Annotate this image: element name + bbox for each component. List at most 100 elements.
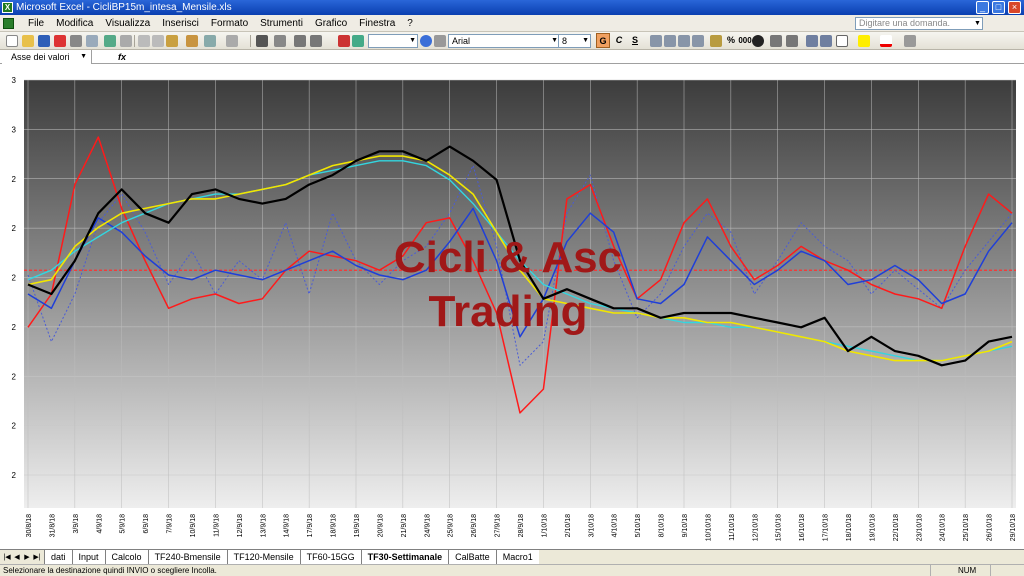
- decrease-indent-icon[interactable]: [806, 35, 818, 47]
- align-left-icon[interactable]: [650, 35, 662, 47]
- x-tick-label: 13/9/18: [260, 514, 267, 537]
- sheet-tab[interactable]: Input: [71, 550, 105, 565]
- x-tick-label: 25/10/18: [963, 514, 970, 541]
- x-tick-label: 3/9/18: [73, 514, 80, 534]
- close-button[interactable]: ×: [1008, 1, 1021, 14]
- x-tick-label: 4/10/18: [612, 514, 619, 537]
- x-tick-label: 7/9/18: [167, 514, 174, 534]
- menu-item-1[interactable]: Modifica: [50, 15, 99, 32]
- cycles-chart[interactable]: Cicli & Asc Trading 3 3 2 2 2 2 2 2 2 30/8/18 31/…: [0, 64, 1024, 549]
- sheet-tab[interactable]: TF30-Settimanale: [360, 550, 449, 565]
- print-preview-icon[interactable]: [86, 35, 98, 47]
- excel-app-icon[interactable]: X: [2, 2, 13, 13]
- sheet-tab[interactable]: TF240-Bmensile: [147, 550, 227, 565]
- toolbar-options-icon[interactable]: [434, 35, 446, 47]
- sheet-tabs: dati Input Calcolo TF240-Bmensile TF120-Mens…: [44, 550, 539, 565]
- undo-icon[interactable]: [204, 35, 216, 47]
- x-tick-label: 5/9/18: [120, 514, 127, 534]
- font-color-icon[interactable]: [880, 35, 892, 47]
- maximize-button[interactable]: □: [992, 1, 1005, 14]
- align-center-icon[interactable]: [664, 35, 676, 47]
- spelling-icon[interactable]: [104, 35, 116, 47]
- hyperlink-icon[interactable]: [256, 35, 268, 47]
- menu-item-6[interactable]: Grafico: [309, 15, 353, 32]
- font-size-select[interactable]: 8 ▼: [558, 34, 591, 48]
- sheet-tab[interactable]: TF60-15GG: [299, 550, 361, 565]
- euro-icon[interactable]: [752, 35, 764, 47]
- align-right-icon[interactable]: [678, 35, 690, 47]
- underline-button[interactable]: S: [628, 33, 642, 48]
- next-sheet-icon[interactable]: ▶: [22, 550, 32, 565]
- y-tick-label: 2: [12, 274, 17, 283]
- paste-icon[interactable]: [166, 35, 178, 47]
- status-message: Selezionare la destinazione quindi INVIO…: [3, 566, 217, 575]
- fx-icon[interactable]: fx: [118, 50, 126, 64]
- increase-decimal-icon[interactable]: [770, 35, 782, 47]
- prev-sheet-icon[interactable]: ◀: [12, 550, 22, 565]
- minimize-button[interactable]: _: [976, 1, 989, 14]
- print-icon[interactable]: [70, 35, 82, 47]
- redo-icon[interactable]: [226, 35, 238, 47]
- zoom-select[interactable]: ▼: [368, 34, 418, 48]
- increase-indent-icon[interactable]: [820, 35, 832, 47]
- x-tick-label: 20/9/18: [377, 514, 384, 537]
- menu-item-3[interactable]: Inserisci: [156, 15, 205, 32]
- menu-item-7[interactable]: Finestra: [353, 15, 401, 32]
- help-icon[interactable]: [420, 35, 432, 47]
- chart-wizard-icon[interactable]: [338, 35, 350, 47]
- bold-button[interactable]: G: [596, 33, 610, 48]
- x-tick-label: 26/10/18: [987, 514, 994, 541]
- workbook-icon[interactable]: [3, 18, 14, 29]
- chart-sheet[interactable]: Cicli & Asc Trading 3 3 2 2 2 2 2 2 2 30/8/18 31/…: [0, 64, 1024, 549]
- decrease-decimal-icon[interactable]: [786, 35, 798, 47]
- sheet-tab[interactable]: dati: [44, 550, 72, 565]
- research-icon[interactable]: [120, 35, 132, 47]
- x-tick-label: 8/10/18: [659, 514, 666, 537]
- thousands-button[interactable]: 000: [737, 33, 753, 48]
- italic-button[interactable]: C: [612, 33, 626, 48]
- menu-item-4[interactable]: Formato: [205, 15, 254, 32]
- permission-icon[interactable]: [54, 35, 66, 47]
- x-tick-label: 10/10/18: [705, 514, 712, 541]
- x-tick-label: 2/10/18: [565, 514, 572, 537]
- x-tick-label: 22/10/18: [893, 514, 900, 541]
- x-axis[interactable]: 30/8/18 31/8/18 3/9/18 4/9/18 5/9/18 6/9/18 7/…: [26, 514, 1017, 541]
- copy-icon[interactable]: [152, 35, 164, 47]
- menu-item-8[interactable]: ?: [401, 15, 419, 32]
- x-tick-label: 31/8/18: [49, 514, 56, 537]
- cut-icon[interactable]: [138, 35, 150, 47]
- new-icon[interactable]: [6, 35, 18, 47]
- sort-descending-icon[interactable]: [310, 35, 322, 47]
- first-sheet-icon[interactable]: |◀: [2, 550, 12, 565]
- autosum-icon[interactable]: [274, 35, 286, 47]
- x-tick-label: 19/9/18: [354, 514, 361, 537]
- menu-item-2[interactable]: Visualizza: [99, 15, 156, 32]
- drawing-icon[interactable]: [352, 35, 364, 47]
- percent-button[interactable]: %: [724, 33, 738, 48]
- save-icon[interactable]: [38, 35, 50, 47]
- merge-center-icon[interactable]: [692, 35, 704, 47]
- ask-question-input[interactable]: Digitare una domanda.: [855, 17, 983, 30]
- format-painter-icon[interactable]: [186, 35, 198, 47]
- ask-dropdown-icon[interactable]: ▼: [972, 17, 983, 30]
- borders-icon[interactable]: [836, 35, 848, 47]
- x-tick-label: 18/10/18: [846, 514, 853, 541]
- last-sheet-icon[interactable]: ▶|: [32, 550, 42, 565]
- x-tick-label: 10/9/18: [190, 514, 197, 537]
- name-box-dropdown-icon[interactable]: ▼: [80, 50, 87, 64]
- format-options-icon[interactable]: [904, 35, 916, 47]
- sort-ascending-icon[interactable]: [294, 35, 306, 47]
- sheet-tab[interactable]: TF120-Mensile: [226, 550, 300, 565]
- sheet-tab[interactable]: CalBatte: [448, 550, 496, 565]
- open-icon[interactable]: [22, 35, 34, 47]
- fill-color-icon[interactable]: [858, 35, 870, 47]
- menu-item-0[interactable]: File: [22, 15, 50, 32]
- y-axis[interactable]: 3 3 2 2 2 2 2 2 2: [12, 76, 17, 480]
- font-name-select[interactable]: Arial ▼: [448, 34, 560, 48]
- name-box[interactable]: Asse dei valori ▼: [2, 50, 92, 64]
- currency-icon[interactable]: [710, 35, 722, 47]
- menu-item-5[interactable]: Strumenti: [254, 15, 309, 32]
- sheet-tab[interactable]: Calcolo: [104, 550, 148, 565]
- sheet-tab[interactable]: Macro1: [495, 550, 539, 565]
- y-tick-label: 2: [12, 224, 17, 233]
